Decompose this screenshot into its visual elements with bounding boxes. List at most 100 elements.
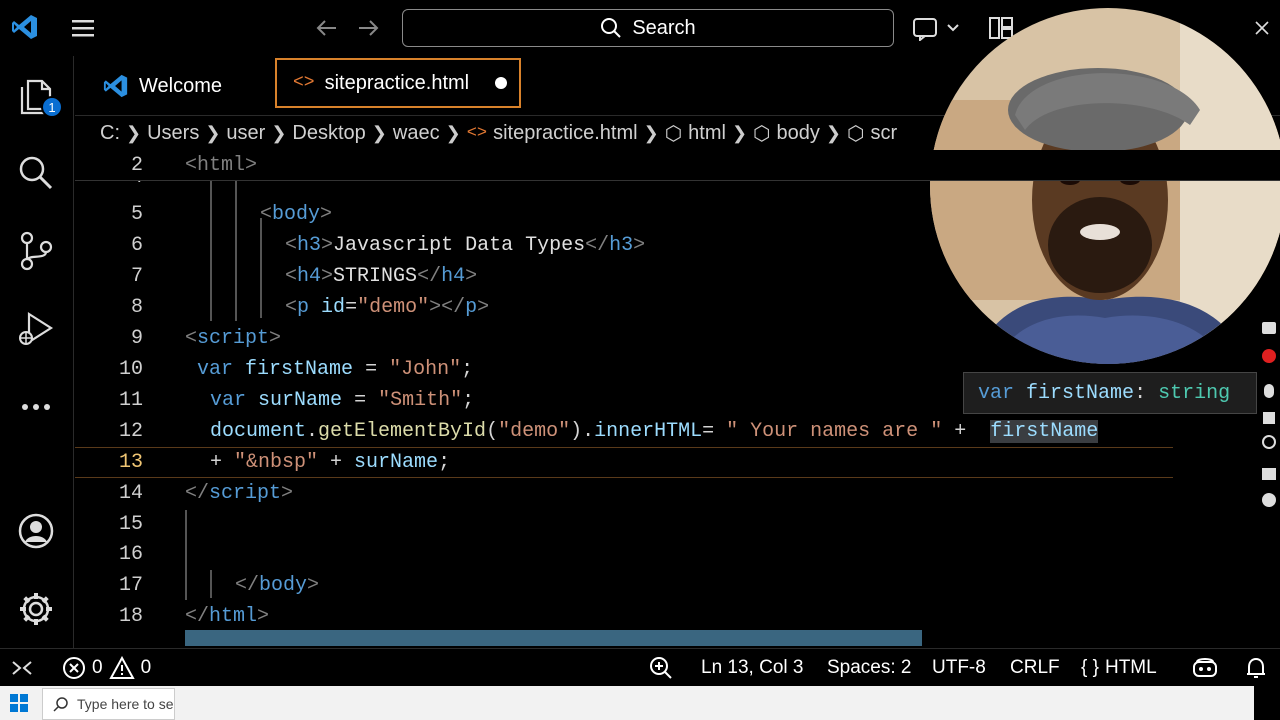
chevron-right-icon: ❯ [731, 122, 748, 143]
zoom-icon [650, 657, 672, 679]
forward-arrow-icon[interactable] [355, 14, 383, 42]
menu-icon[interactable] [70, 14, 98, 42]
breadcrumb-label: sitepractice.html [493, 121, 638, 144]
language-mode[interactable]: { } HTML [1081, 649, 1157, 687]
line-number: 7 [130, 265, 143, 288]
line-number: 18 [118, 605, 143, 628]
copilot-button[interactable] [1191, 649, 1219, 687]
breadcrumb-symbol[interactable]: ⬡ body [753, 121, 820, 146]
code-text: </script> [185, 482, 294, 505]
line-number: 6 [130, 234, 143, 257]
remote-icon [12, 661, 32, 675]
tab-welcome[interactable]: Welcome [89, 56, 269, 116]
windows-taskbar: Type here to se [0, 686, 1280, 720]
breadcrumb-symbol[interactable]: ⬡ scr [847, 121, 897, 146]
tab-sitepractice-html[interactable]: <> sitepractice.html [275, 58, 521, 108]
html-file-icon: <> [293, 73, 315, 93]
source-control-icon[interactable] [15, 230, 57, 272]
chevron-right-icon: ❯ [825, 122, 841, 143]
chevron-right-icon: ❯ [643, 122, 659, 143]
code-line[interactable]: 15 [75, 509, 1280, 540]
line-number: 10 [118, 358, 143, 381]
tab-label: Welcome [139, 74, 222, 97]
code-line[interactable]: 14 </script> [75, 478, 1280, 509]
line-number: 5 [130, 203, 143, 226]
cursor-position[interactable]: Ln 13, Col 3 [701, 649, 803, 687]
error-count: 0 [92, 657, 103, 678]
code-text: <html> [185, 153, 258, 177]
run-debug-icon[interactable] [15, 308, 57, 350]
chevron-right-icon: ❯ [371, 122, 387, 143]
problems-indicator[interactable]: 0 0 [62, 649, 151, 687]
remote-indicator[interactable] [10, 649, 34, 687]
code-text: <script> [185, 327, 282, 350]
breadcrumb-item[interactable]: user [226, 122, 265, 145]
end-of-line[interactable]: CRLF [1010, 649, 1060, 687]
line-number: 2 [130, 153, 143, 177]
vscode-logo-icon [103, 74, 128, 98]
status-bar: 0 0 Ln 13, Col 3 Spaces: 2 UTF-8 CRLF { … [0, 648, 1280, 686]
code-text: </html> [185, 605, 270, 628]
recorder-toolbar [1258, 300, 1280, 540]
code-text: var firstName = "John"; [197, 358, 474, 381]
search-icon[interactable] [15, 152, 57, 194]
sticky-scroll-line[interactable]: 2 <html> [75, 150, 1280, 181]
code-text: <body> [260, 203, 333, 226]
breadcrumb-item[interactable]: waec [393, 122, 440, 145]
chevron-right-icon: ❯ [126, 122, 142, 143]
copilot-icon [1193, 658, 1217, 677]
taskbar-right-edge [1254, 686, 1280, 720]
settings-gear-icon[interactable] [15, 588, 57, 630]
unsaved-dot-icon[interactable] [495, 77, 508, 89]
breadcrumb-label: body [776, 121, 820, 144]
indentation[interactable]: Spaces: 2 [827, 649, 912, 687]
line-number: 9 [130, 327, 143, 350]
taskbar-search[interactable]: Type here to se [42, 688, 175, 720]
symbol-cube-icon: ⬡ [846, 122, 865, 145]
code-text: <p id="demo"></p> [285, 296, 490, 319]
error-icon [63, 657, 85, 679]
line-number: 11 [118, 389, 143, 412]
code-text: + "&nbsp" + surName; [210, 451, 451, 474]
breadcrumb-file[interactable]: <> sitepractice.html [467, 122, 638, 145]
encoding[interactable]: UTF-8 [932, 649, 986, 687]
breadcrumb-item[interactable]: Desktop [292, 122, 365, 145]
code-line[interactable]: 12 document.getElementById("demo").inner… [75, 416, 1280, 447]
windows-start-icon[interactable] [10, 694, 28, 712]
chevron-right-icon: ❯ [205, 122, 221, 143]
command-search-box[interactable]: Search [402, 9, 894, 47]
code-line-active[interactable]: 13 + "&nbsp" + surName; [75, 447, 1173, 478]
code-line[interactable]: 18 </html> [75, 601, 1280, 632]
warning-count: 0 [140, 657, 152, 678]
explorer-badge: 1 [41, 96, 63, 118]
line-number: 13 [118, 451, 143, 474]
breadcrumb-symbol[interactable]: ⬡ html [665, 121, 726, 146]
chevron-right-icon: ❯ [271, 122, 287, 143]
account-icon[interactable] [15, 510, 57, 552]
notifications-button[interactable] [1244, 649, 1268, 687]
code-text: document.getElementById("demo").innerHTM… [210, 420, 1099, 443]
code-line[interactable]: 16 [75, 539, 1280, 570]
zoom-button[interactable] [649, 649, 673, 687]
hover-tooltip: var firstName: string [963, 372, 1257, 414]
more-icon[interactable] [15, 386, 57, 428]
chevron-right-icon: ❯ [445, 122, 461, 143]
line-number: 12 [118, 420, 143, 443]
line-number: 8 [130, 296, 143, 319]
activity-bar: 1 [0, 56, 74, 648]
explorer-icon[interactable]: 1 [15, 74, 63, 118]
language-label: HTML [1104, 657, 1157, 678]
breadcrumb-item[interactable]: Users [147, 122, 199, 145]
breadcrumb-item[interactable]: C: [100, 122, 120, 145]
horizontal-scrollbar[interactable] [185, 630, 922, 646]
search-label: Search [632, 16, 696, 39]
search-icon [601, 18, 622, 38]
code-text: var surName = "Smith"; [210, 389, 475, 412]
line-number: 14 [118, 482, 143, 505]
taskbar-search-placeholder: Type here to se [77, 696, 174, 712]
back-arrow-icon[interactable] [312, 14, 340, 42]
symbol-cube-icon: ⬡ [753, 122, 771, 145]
braces-icon: { } [1081, 657, 1099, 678]
code-line[interactable]: 17 </body> [75, 570, 1280, 601]
code-text: <h3>Javascript Data Types</h3> [285, 234, 646, 257]
